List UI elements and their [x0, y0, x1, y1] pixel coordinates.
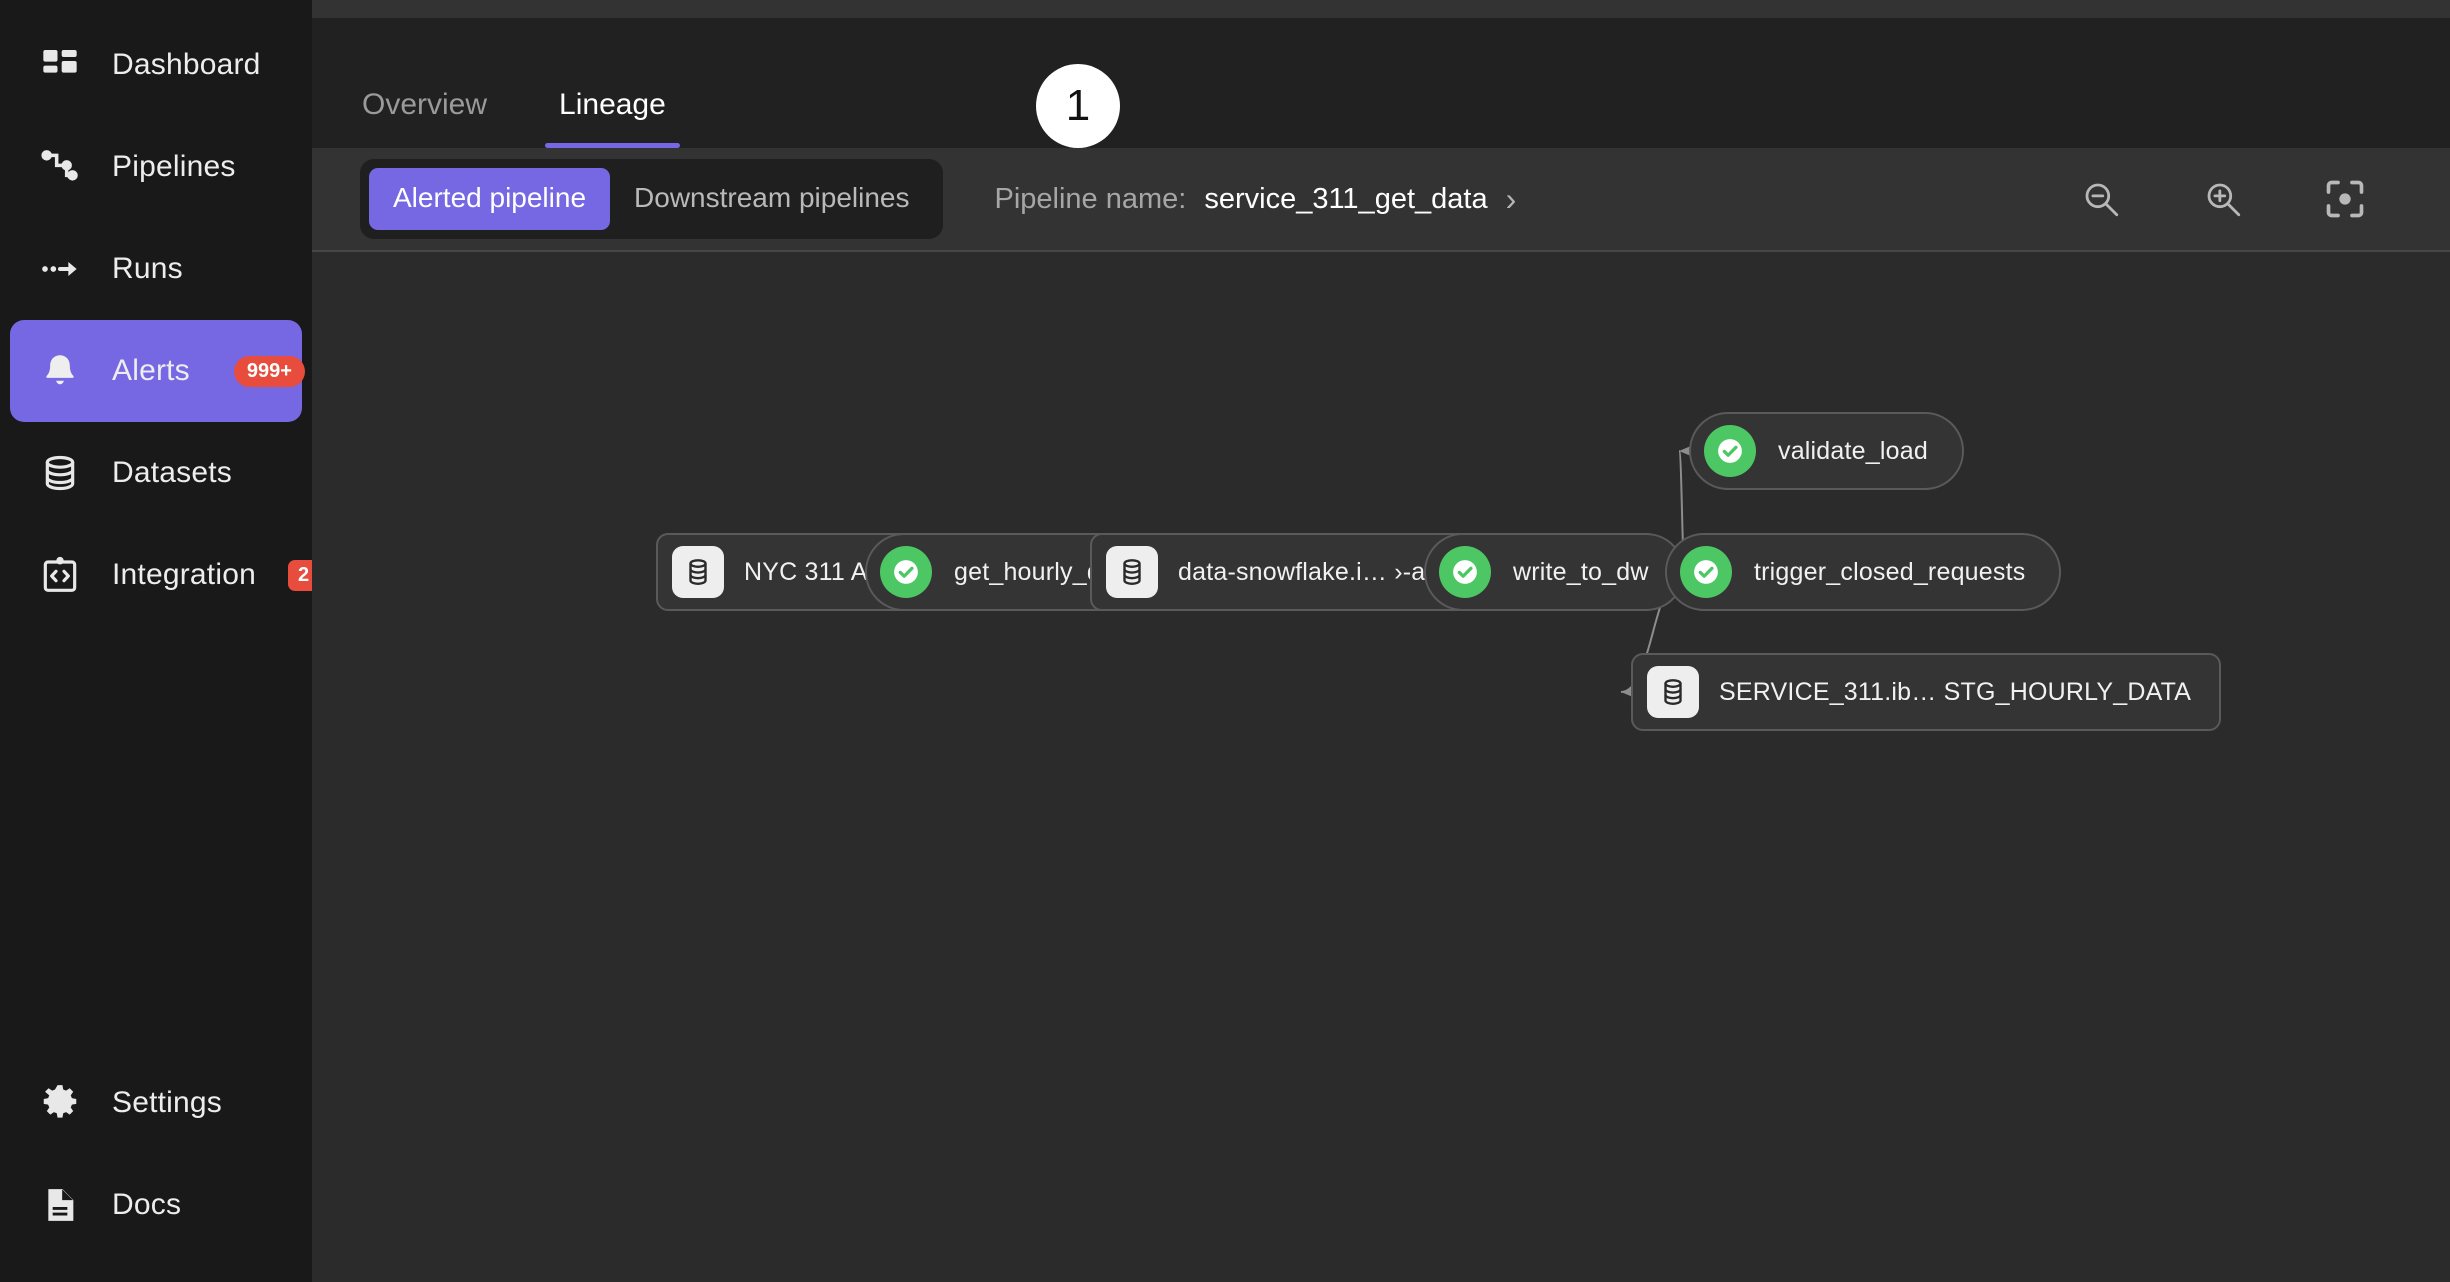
task-node-trigger_closed[interactable]: trigger_closed_requests [1665, 533, 2061, 611]
main-pane: Overview Lineage 1 Alerted pipeline Down… [312, 0, 2450, 1282]
fit-view-icon[interactable] [2322, 176, 2368, 222]
sidebar-secondary-nav: Settings Docs [0, 1052, 312, 1282]
database-icon [1647, 666, 1699, 718]
sidebar-primary-nav: Dashboard Pipelines Runs Alerts 999+ [0, 0, 312, 626]
tab-bar: Overview Lineage 1 [312, 18, 2450, 148]
zoom-out-icon[interactable] [2078, 176, 2124, 222]
sidebar-item-settings[interactable]: Settings [0, 1052, 312, 1154]
dataset-node-stg_hourly[interactable]: SERVICE_311.ib… STG_HOURLY_DATA [1631, 653, 2221, 731]
segment-alerted-pipeline[interactable]: Alerted pipeline [369, 168, 610, 230]
zoom-in-icon[interactable] [2200, 176, 2246, 222]
pipeline-name-breadcrumb[interactable]: Pipeline name: service_311_get_data › [995, 183, 1517, 216]
pipelines-nodes-icon [38, 145, 82, 189]
dashboard-grid-icon [38, 43, 82, 87]
sidebar-item-label: Datasets [112, 456, 232, 490]
lineage-canvas[interactable]: NYC 311 APIget_hourly_datadata-snowflake… [312, 252, 2450, 1282]
sidebar-item-label: Settings [112, 1086, 222, 1120]
sidebar-item-label: Integration [112, 558, 256, 592]
task-node-validate_load[interactable]: validate_load [1689, 412, 1964, 490]
app-root: Dashboard Pipelines Runs Alerts 999+ [0, 0, 2450, 1282]
code-clipboard-icon [38, 553, 82, 597]
gear-icon [38, 1081, 82, 1125]
status-success-icon [880, 546, 932, 598]
database-icon [1106, 546, 1158, 598]
sidebar-item-runs[interactable]: Runs [0, 218, 312, 320]
node-label: validate_load [1778, 437, 1928, 466]
window-top-strip [312, 0, 2450, 18]
sidebar-item-dashboard[interactable]: Dashboard [0, 14, 312, 116]
sidebar-item-label: Docs [112, 1188, 181, 1222]
runs-arrow-icon [38, 247, 82, 291]
tab-lineage[interactable]: Lineage [559, 88, 666, 148]
sidebar: Dashboard Pipelines Runs Alerts 999+ [0, 0, 312, 1282]
document-icon [38, 1183, 82, 1227]
lineage-edges [312, 252, 2450, 1282]
pipeline-name-label: Pipeline name: [995, 183, 1187, 216]
chevron-right-icon: › [1506, 183, 1517, 215]
status-success-icon [1680, 546, 1732, 598]
status-success-icon [1704, 425, 1756, 477]
pipeline-name-value: service_311_get_data [1204, 183, 1487, 216]
sidebar-item-label: Dashboard [112, 48, 261, 82]
node-label: write_to_dw [1513, 558, 1649, 587]
segment-downstream-pipelines[interactable]: Downstream pipelines [610, 168, 933, 230]
node-label: SERVICE_311.ib… STG_HOURLY_DATA [1719, 678, 2191, 707]
sidebar-item-label: Runs [112, 252, 183, 286]
database-icon [38, 451, 82, 495]
tab-overview[interactable]: Overview [362, 88, 487, 148]
step-marker-1: 1 [1036, 64, 1120, 148]
lineage-toolbar: Alerted pipeline Downstream pipelines Pi… [312, 148, 2450, 252]
database-icon [672, 546, 724, 598]
sidebar-item-label: Alerts [112, 354, 190, 388]
alerts-count-badge: 999+ [234, 356, 305, 387]
task-node-write_to_dw[interactable]: write_to_dw [1424, 533, 1685, 611]
sidebar-item-label: Pipelines [112, 150, 236, 184]
pipeline-scope-segmented-control: Alerted pipeline Downstream pipelines [360, 159, 943, 239]
bell-icon [38, 349, 82, 393]
node-label: trigger_closed_requests [1754, 558, 2025, 587]
sidebar-item-datasets[interactable]: Datasets [0, 422, 312, 524]
status-success-icon [1439, 546, 1491, 598]
sidebar-item-pipelines[interactable]: Pipelines [0, 116, 312, 218]
sidebar-item-alerts[interactable]: Alerts 999+ [10, 320, 302, 422]
canvas-controls [2078, 176, 2410, 222]
sidebar-item-docs[interactable]: Docs [0, 1154, 312, 1256]
sidebar-item-integration[interactable]: Integration 2 [0, 524, 312, 626]
